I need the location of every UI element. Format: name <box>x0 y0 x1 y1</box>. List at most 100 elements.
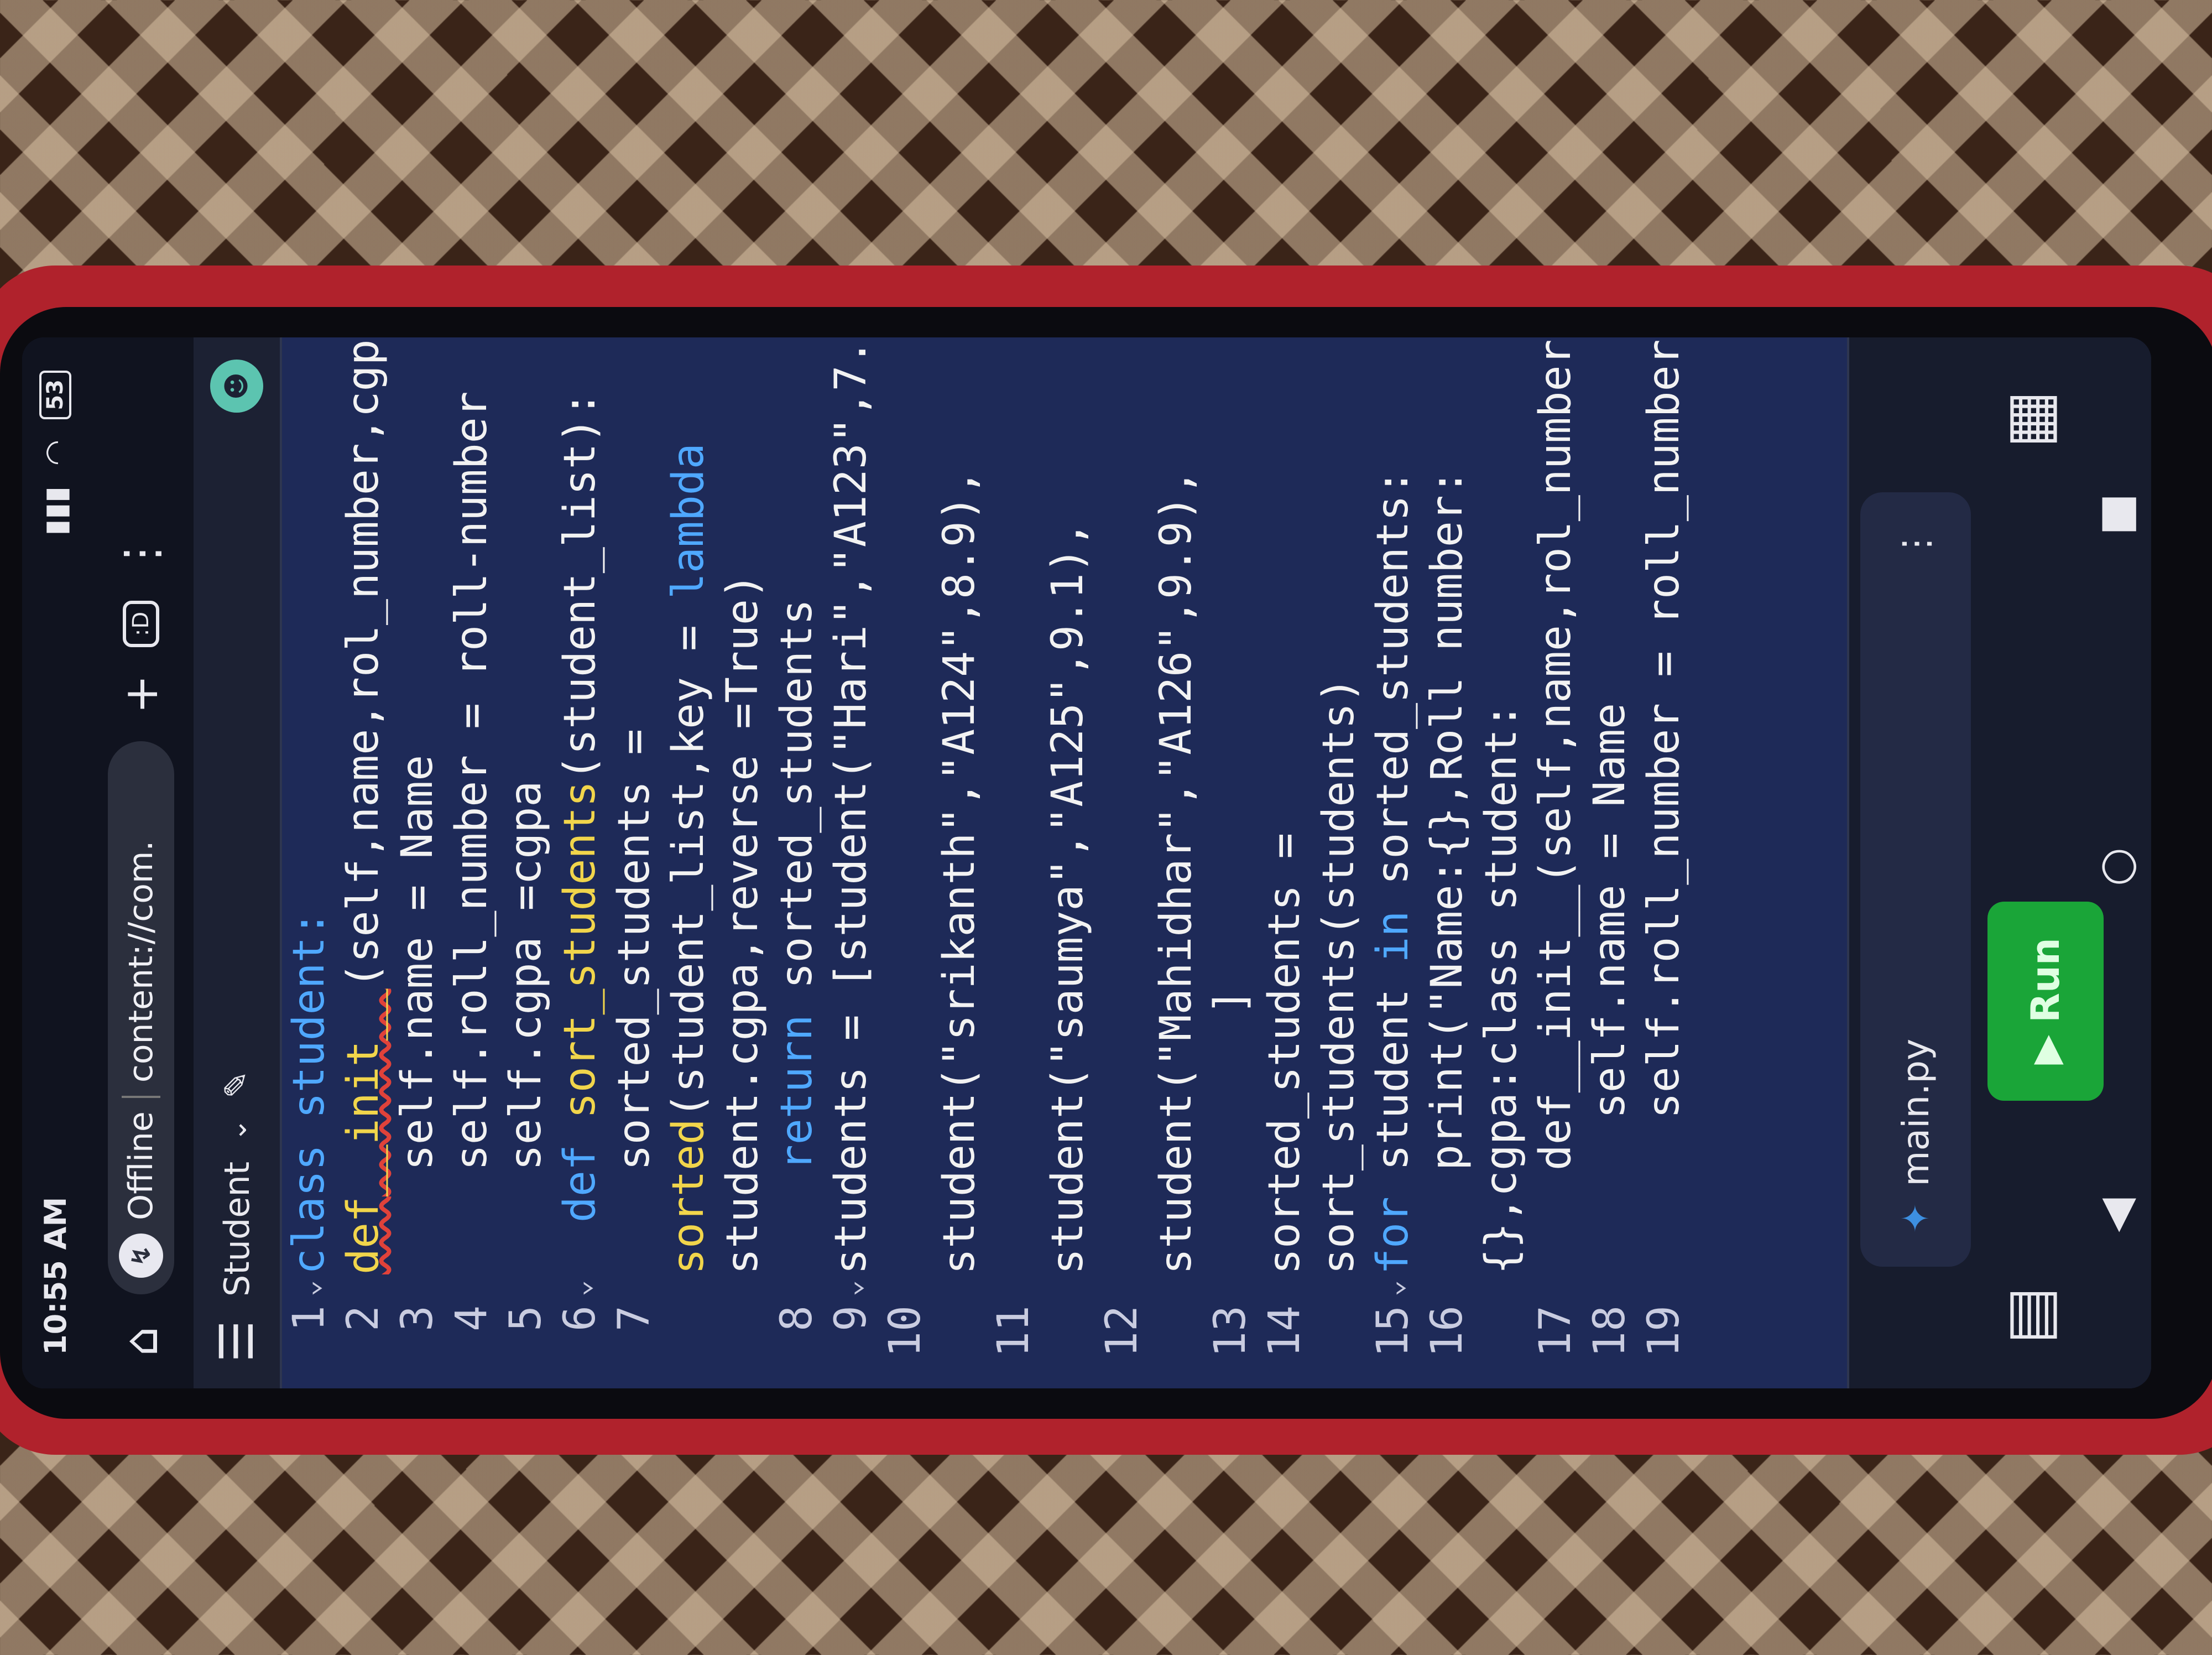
code-token: return <box>772 1014 822 1171</box>
line-number: 17 <box>1531 1305 1580 1357</box>
line-number: 15 <box>1368 1305 1418 1357</box>
fold-gutter <box>1095 1274 1149 1297</box>
code-editor[interactable]: 1 ⌄ class student: 2 def__init__(self,name,r… <box>282 337 1847 1388</box>
file-menu-icon[interactable]: ⋮ <box>1895 525 1937 562</box>
code-line[interactable]: sorted(student_list,key = lambda <box>661 337 716 1388</box>
android-nav-bar: ◀ ○ ■ <box>2079 337 2151 1388</box>
code-line[interactable]: sort_students(students) <box>1312 337 1366 1388</box>
python-icon: ✦ <box>1894 1203 1937 1234</box>
code-line[interactable]: 5 self.cgpa =cgpa <box>499 337 553 1388</box>
code-token: students = [student("Hari","A123",7.8), <box>826 337 876 1274</box>
code-token: sort_students <box>555 780 605 1119</box>
fold-chevron-icon[interactable]: ⌄ <box>282 1274 336 1297</box>
code-line[interactable]: 1 ⌄ class student: <box>282 337 336 1388</box>
code-line[interactable]: 13 ] <box>1203 337 1258 1388</box>
code-token: for <box>1368 1196 1418 1274</box>
line-number <box>1149 1297 1203 1388</box>
code-text: student("saumya","A125",9.1), <box>1041 337 1095 1274</box>
code-line[interactable]: 3 self.name = Name <box>390 337 445 1388</box>
code-token: in <box>1368 910 1418 963</box>
code-line[interactable]: 12 <box>1095 337 1149 1388</box>
code-text: self.cgpa =cgpa <box>499 337 553 1274</box>
status-bar: 10:55 AM ▮▮▮ ◠ 53 <box>22 337 88 1388</box>
new-tab-icon[interactable]: + <box>114 669 168 719</box>
repl-title[interactable]: Student <box>217 1162 257 1297</box>
code-text: class student: <box>282 337 336 1274</box>
code-text: student.cgpa,reverse =True) <box>716 337 770 1274</box>
code-token: lambda <box>664 443 713 600</box>
fold-gutter <box>1420 1274 1474 1297</box>
code-token: {},cgpa:class student: <box>1477 702 1526 1274</box>
fold-chevron-icon[interactable]: ⌄ <box>553 1274 607 1297</box>
fold-gutter <box>1312 1274 1366 1297</box>
code-line[interactable]: 18 self.name = Name <box>1583 337 1637 1388</box>
code-text: student("srikanth","A124",8.9), <box>932 337 987 1274</box>
edit-icon[interactable]: ✎ <box>217 1071 256 1099</box>
fold-gutter <box>1258 1274 1312 1297</box>
code-line[interactable]: 6 ⌄ def sort_students(student_list): <box>553 337 607 1388</box>
code-line[interactable]: 8 return sorted_students <box>770 337 824 1388</box>
code-text: for student in sorted_students: <box>1366 337 1420 1274</box>
code-text: def sort_students(student_list): <box>553 337 607 1274</box>
more-options-icon[interactable]: ⋮ <box>114 529 168 579</box>
home-nav-icon[interactable]: ○ <box>2090 847 2141 886</box>
code-line[interactable]: 7 sorted_students = <box>607 337 661 1388</box>
code-line[interactable]: 19 self.roll_number = roll_number <box>1637 337 1691 1388</box>
back-icon[interactable]: ◀ <box>2090 1198 2141 1232</box>
code-line[interactable]: student.cgpa,reverse =True) <box>716 337 770 1388</box>
battery-indicator: 53 <box>39 371 71 419</box>
code-line[interactable]: 16 print("Name:{},Roll number: <box>1420 337 1474 1388</box>
code-line[interactable]: 11 <box>987 337 1041 1388</box>
code-token: ] <box>1206 988 1255 1274</box>
code-line[interactable]: {},cgpa:class student: <box>1474 337 1528 1388</box>
code-line[interactable]: student("srikanth","A124",8.9), <box>932 337 987 1388</box>
line-number: 3 <box>393 1305 442 1331</box>
grid-icon[interactable]: ▦ <box>1993 391 2064 448</box>
code-token: student("saumya","A125",9.1), <box>1043 521 1093 1274</box>
file-tab[interactable]: ✦ main.py ⋮ <box>1860 492 1971 1267</box>
line-number <box>661 1297 716 1388</box>
code-line[interactable]: 9 ⌄ students = [student("Hari","A123",7.8)… <box>824 337 878 1388</box>
line-number <box>1474 1297 1528 1388</box>
code-token: self.name = Name <box>1585 702 1635 1274</box>
code-line[interactable]: 2 def__init__(self,name,rol_number,cgpa) <box>336 337 390 1388</box>
avatar[interactable]: ☻ <box>210 360 263 413</box>
code-line[interactable]: student("saumya","A125",9.1), <box>1041 337 1095 1388</box>
menu-icon[interactable]: ☰ <box>210 1316 264 1366</box>
fold-chevron-icon[interactable]: ⌄ <box>1366 1274 1420 1297</box>
fold-gutter <box>607 1274 661 1297</box>
line-number: 7 <box>609 1305 659 1331</box>
code-token: sorted_students = <box>1260 832 1310 1274</box>
code-text: return sorted_students <box>770 337 824 1274</box>
layout-icon[interactable]: ▤ <box>1993 1287 2064 1344</box>
code-line[interactable]: 10 <box>878 337 932 1388</box>
code-line[interactable]: 14 sorted_students = <box>1258 337 1312 1388</box>
line-number: 8 <box>772 1305 822 1331</box>
line-number: 4 <box>447 1305 497 1331</box>
code-text: sorted(student_list,key = lambda <box>661 337 716 1274</box>
fold-gutter <box>1149 1274 1203 1297</box>
fold-gutter <box>1583 1274 1637 1297</box>
code-token: def <box>555 1118 605 1274</box>
code-line[interactable]: 17 def__init__(self,name,rol_number,cgpa… <box>1528 337 1583 1388</box>
code-line[interactable]: 4 self.roll_number = roll-number <box>445 337 499 1388</box>
line-number: 2 <box>338 1305 388 1331</box>
fold-chevron-icon[interactable]: ⌄ <box>824 1274 878 1297</box>
code-token: student.cgpa,reverse =True) <box>718 573 768 1274</box>
code-token: (self,name,rol_number,cgpa) <box>338 337 388 989</box>
code-line[interactable]: student("Mahidhar","A126",9.9), <box>1149 337 1203 1388</box>
code-text: student("Mahidhar","A126",9.9), <box>1149 337 1203 1274</box>
fold-gutter <box>499 1274 553 1297</box>
home-icon[interactable]: ⌂ <box>114 1316 168 1366</box>
fold-gutter <box>932 1274 987 1297</box>
chevron-down-icon[interactable]: ⌄ <box>221 1118 253 1142</box>
code-token: self.roll_number = roll-number <box>447 391 497 1274</box>
line-number: 10 <box>880 1305 930 1357</box>
fold-gutter <box>1474 1274 1528 1297</box>
code-line[interactable]: 15 ⌄ for student in sorted_students: <box>1366 337 1420 1388</box>
recents-icon[interactable]: ■ <box>2090 493 2141 535</box>
tab-switcher-button[interactable]: :D <box>123 600 159 647</box>
line-number: 11 <box>989 1305 1039 1357</box>
address-bar[interactable]: ↯ Offline content://com. <box>108 741 174 1294</box>
status-time: 10:55 AM <box>38 1196 73 1355</box>
